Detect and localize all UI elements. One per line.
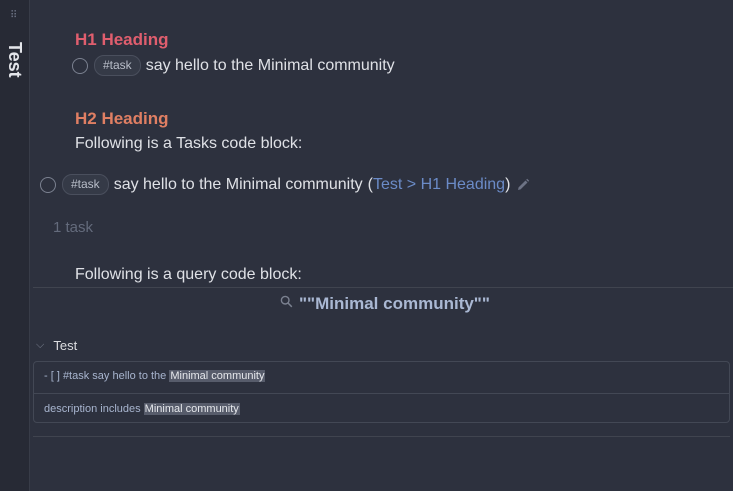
result-match: Minimal community [169, 370, 266, 382]
result-group-header[interactable]: ⌵ Test [36, 338, 77, 353]
h2-heading: H2 Heading [75, 109, 169, 128]
tasks-block-item: #task say hello to the Minimal community… [40, 174, 531, 195]
tasks-intro-text: Following is a Tasks code block: [75, 135, 303, 152]
task-count: 1 task [53, 219, 94, 236]
search-result[interactable]: - [ ] #task say hello to the Minimal com… [44, 370, 266, 382]
drag-handle-icon[interactable]: ⠿ [10, 11, 17, 21]
note-title: Test [5, 42, 25, 78]
chevron-down-icon[interactable]: ⌵ [36, 339, 44, 352]
task-checkbox[interactable] [40, 176, 56, 193]
task-tag[interactable]: #task [62, 174, 109, 195]
result-divider [34, 393, 729, 394]
search-result[interactable]: description includes Minimal community [44, 403, 240, 415]
sidebar: ⠿ Test [0, 0, 30, 491]
search-icon [280, 295, 293, 313]
search-query: ""Minimal community"" [299, 294, 490, 313]
result-group-name: Test [53, 338, 78, 353]
query-intro-text: Following is a query code block: [75, 266, 302, 283]
edit-pencil-icon[interactable] [515, 177, 531, 193]
task-text: say hello to the Minimal community [145, 56, 395, 74]
paren-close: ) [505, 175, 511, 193]
backlink[interactable]: Test > H1 Heading [373, 176, 505, 194]
divider [33, 287, 733, 288]
task-text: say hello to the Minimal community [113, 175, 363, 193]
search-results: - [ ] #task say hello to the Minimal com… [33, 361, 730, 423]
task-tag[interactable]: #task [94, 55, 141, 76]
result-text: - [ ] #task say hello to the [44, 370, 170, 382]
h1-heading: H1 Heading [75, 30, 169, 49]
task-item: #task say hello to the Minimal community [72, 55, 395, 76]
search-header: ""Minimal community"" [280, 294, 490, 314]
result-text: description includes [44, 403, 144, 415]
divider [33, 436, 730, 437]
result-match: Minimal community [143, 403, 240, 415]
task-checkbox[interactable] [72, 57, 88, 74]
